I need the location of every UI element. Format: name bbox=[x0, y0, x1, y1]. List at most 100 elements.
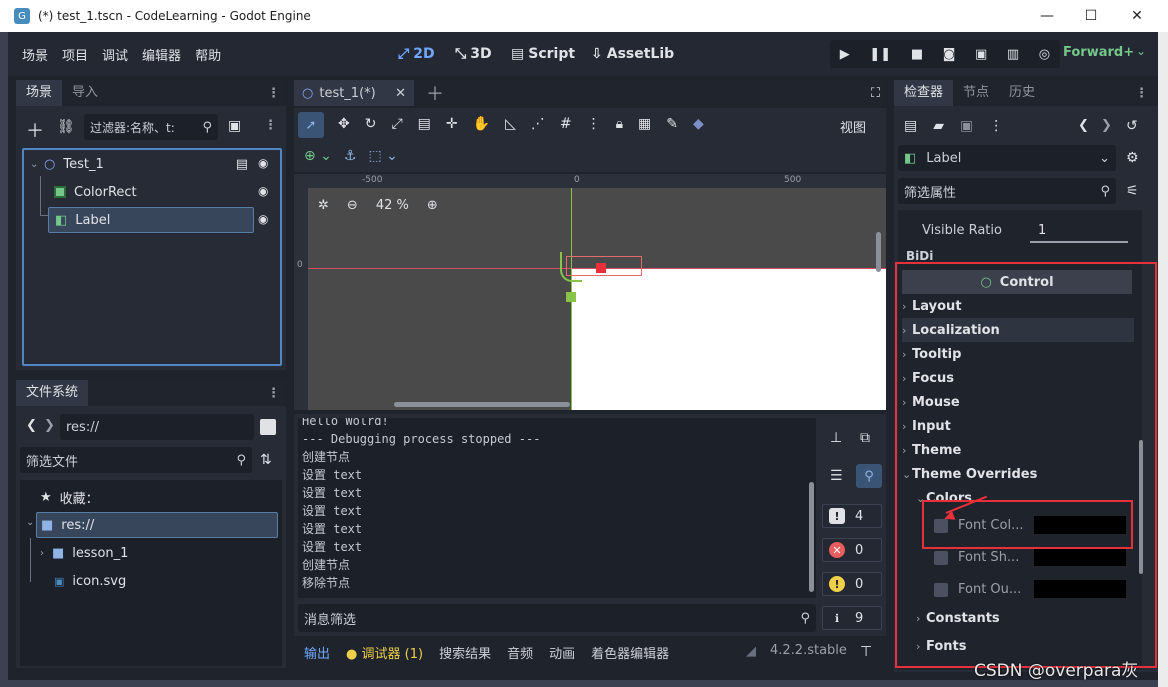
add-tab-icon[interactable]: ＋ bbox=[426, 80, 444, 106]
camera-override-icon[interactable]: ◆ bbox=[693, 116, 704, 132]
tree-node-colorrect[interactable]: ColorRect bbox=[54, 182, 254, 202]
ruler-tool-icon[interactable]: ◺ bbox=[505, 116, 516, 132]
tab-shader-editor[interactable]: 着色器编辑器 bbox=[591, 643, 669, 662]
history-back-icon[interactable]: ❮ bbox=[1078, 118, 1089, 133]
list-select-icon[interactable]: ▤ bbox=[418, 116, 431, 132]
warning-counter[interactable]: ! 0 bbox=[822, 572, 882, 596]
instance-scene-icon[interactable]: ▣ bbox=[228, 118, 241, 134]
tab-filesystem[interactable]: 文件系统 bbox=[16, 380, 89, 406]
add-node-icon[interactable]: ＋ bbox=[26, 117, 44, 143]
misc-counter[interactable]: ℹ9 bbox=[822, 606, 882, 630]
node-type-select[interactable]: ◧ Label ⌄ bbox=[898, 145, 1116, 171]
link-icon[interactable]: ⛓ bbox=[57, 119, 75, 135]
tab-inspector[interactable]: 检查器 bbox=[894, 80, 954, 106]
anchor-icon[interactable]: ⚓︎ bbox=[344, 148, 357, 164]
zoom-in-icon[interactable]: ⊕ bbox=[427, 198, 438, 213]
pivot-tool-icon[interactable]: ✛ bbox=[446, 116, 458, 132]
close-button[interactable]: ✕ bbox=[1114, 0, 1160, 32]
collapse-icon[interactable]: ☰ bbox=[830, 468, 843, 484]
object-history-icon[interactable]: ↺ bbox=[1126, 118, 1138, 134]
anchor-preset-icon[interactable]: ⬚ ⌄ bbox=[368, 148, 397, 164]
minimize-button[interactable]: — bbox=[1024, 0, 1070, 32]
zoom-out-icon[interactable]: ⊖ bbox=[347, 198, 358, 213]
tab-output[interactable]: 输出 bbox=[304, 643, 330, 662]
pause-icon[interactable]: ❚❚ bbox=[869, 47, 891, 62]
lock-icon[interactable]: 🔒︎ bbox=[616, 116, 623, 132]
clear-output-icon[interactable]: ⊥ bbox=[830, 430, 842, 446]
grid-snap-icon[interactable]: # bbox=[560, 116, 572, 132]
maximize-button[interactable]: ☐ bbox=[1068, 0, 1114, 32]
dock-menu-icon[interactable]: ⋮ bbox=[267, 86, 280, 101]
movie-icon[interactable]: ◎ bbox=[1039, 47, 1050, 62]
fs-path-input[interactable]: res:// bbox=[60, 414, 254, 440]
search-toggle-icon[interactable]: ⚲ bbox=[856, 464, 882, 488]
scale-tool-icon[interactable]: ⤢ bbox=[391, 116, 402, 132]
mode-3d-button[interactable]: ⤡ 3D bbox=[455, 32, 492, 76]
view-menu[interactable]: 视图 bbox=[840, 117, 866, 136]
visibility-eye-icon[interactable]: ◉ bbox=[258, 212, 268, 226]
visibility-eye-icon[interactable]: ◉ bbox=[258, 184, 268, 198]
fs-item-lesson1[interactable]: › ■ lesson_1 bbox=[40, 543, 128, 563]
menu-editor[interactable]: 编辑器 bbox=[142, 45, 181, 64]
smart-snap-icon[interactable]: ⋰ bbox=[531, 116, 545, 132]
save-icon[interactable]: ▣ bbox=[960, 118, 973, 134]
node-tools-icon[interactable]: ⚙ bbox=[1126, 150, 1139, 166]
copy-icon[interactable]: ⧉ bbox=[860, 430, 870, 446]
sort-icon[interactable]: ⇅ bbox=[260, 452, 272, 468]
log-scrollbar[interactable] bbox=[809, 482, 814, 592]
renderer-select[interactable]: Forward+ bbox=[1063, 45, 1134, 60]
message-filter-input[interactable]: 消息筛选 ⚲ bbox=[298, 604, 816, 632]
favorites-item[interactable]: ★ 收藏： bbox=[40, 487, 99, 507]
property-filter-input[interactable]: 筛选属性 ⚲ bbox=[898, 178, 1116, 204]
tab-audio[interactable]: 音频 bbox=[507, 643, 533, 662]
tab-import[interactable]: 导入 bbox=[62, 80, 108, 106]
distraction-free-icon[interactable]: ⛶ bbox=[871, 86, 880, 101]
close-tab-icon[interactable]: ✕ bbox=[395, 86, 406, 101]
resource-menu-icon[interactable]: ⋮ bbox=[989, 118, 1003, 134]
rotate-tool-icon[interactable]: ↻ bbox=[365, 116, 377, 132]
bone-icon[interactable]: ✎ bbox=[666, 116, 678, 132]
group-icon[interactable]: ▦ bbox=[638, 116, 651, 132]
pan-tool-icon[interactable]: ✋ bbox=[473, 116, 490, 132]
mode-assetlib-button[interactable]: ⇩ AssetLib bbox=[591, 32, 674, 76]
viewport-2d[interactable]: -500 0 500 0 ✲ ⊖ 42 % ⊕ bbox=[294, 174, 886, 410]
forward-icon[interactable]: ❯ bbox=[44, 418, 55, 433]
script-attached-icon[interactable]: ▤ bbox=[236, 157, 248, 172]
mode-script-button[interactable]: ▤ Script bbox=[511, 32, 575, 76]
tree-node-label[interactable]: ◧ Label bbox=[48, 207, 254, 233]
tab-debugger[interactable]: ● 调试器 (1) bbox=[346, 643, 423, 662]
back-icon[interactable]: ❮ bbox=[26, 418, 37, 433]
fs-item-icon-svg[interactable]: ▣ icon.svg bbox=[54, 571, 126, 591]
tab-test1[interactable]: ○ test_1(*) ✕ bbox=[294, 80, 414, 106]
snap-menu-icon[interactable]: ⋮ bbox=[587, 116, 601, 132]
menu-scene[interactable]: 场景 bbox=[22, 45, 48, 64]
tree-node-test1[interactable]: ⌄ ○ Test_1 ▤ bbox=[30, 154, 276, 174]
play-icon[interactable]: ▶ bbox=[840, 47, 850, 62]
play-custom-icon[interactable]: ▥ bbox=[1007, 47, 1019, 62]
message-counter[interactable]: ! 4 bbox=[822, 504, 882, 528]
mode-2d-button[interactable]: ⤢ 2D bbox=[398, 32, 435, 76]
remote-debug-icon[interactable]: ◙ bbox=[943, 47, 956, 62]
fs-filter-input[interactable]: 筛选文件 ⚲ bbox=[20, 447, 252, 473]
split-view-icon[interactable] bbox=[260, 419, 276, 435]
visible-ratio-slider[interactable]: 1 bbox=[1030, 219, 1128, 243]
v-scrollbar[interactable] bbox=[876, 232, 881, 272]
new-resource-icon[interactable]: ▤ bbox=[904, 118, 917, 134]
fs-item-res[interactable]: ■ res:// bbox=[36, 512, 278, 538]
open-folder-icon[interactable]: ▰ bbox=[933, 118, 944, 134]
visibility-eye-icon[interactable]: ◉ bbox=[258, 156, 268, 170]
dock-menu-icon[interactable]: ⋮ bbox=[1135, 86, 1148, 101]
dock-menu-icon[interactable]: ⋮ bbox=[267, 386, 280, 401]
menu-debug[interactable]: 调试 bbox=[102, 45, 128, 64]
zoom-level[interactable]: 42 % bbox=[376, 198, 409, 213]
property-options-icon[interactable]: ⚟ bbox=[1126, 183, 1139, 199]
scene-menu-icon[interactable]: ⋮ bbox=[264, 118, 277, 133]
tab-scene[interactable]: 场景 bbox=[16, 80, 63, 106]
anchor-handles[interactable] bbox=[560, 252, 582, 282]
play-scene-icon[interactable]: ▣ bbox=[975, 47, 987, 62]
add-container-icon[interactable]: ⊕ ⌄ bbox=[304, 148, 332, 164]
h-scrollbar[interactable] bbox=[394, 402, 570, 407]
stop-icon[interactable]: ■ bbox=[911, 47, 923, 62]
select-tool-icon[interactable]: ➚ bbox=[298, 112, 324, 138]
center-view-icon[interactable]: ✲ bbox=[318, 198, 329, 213]
